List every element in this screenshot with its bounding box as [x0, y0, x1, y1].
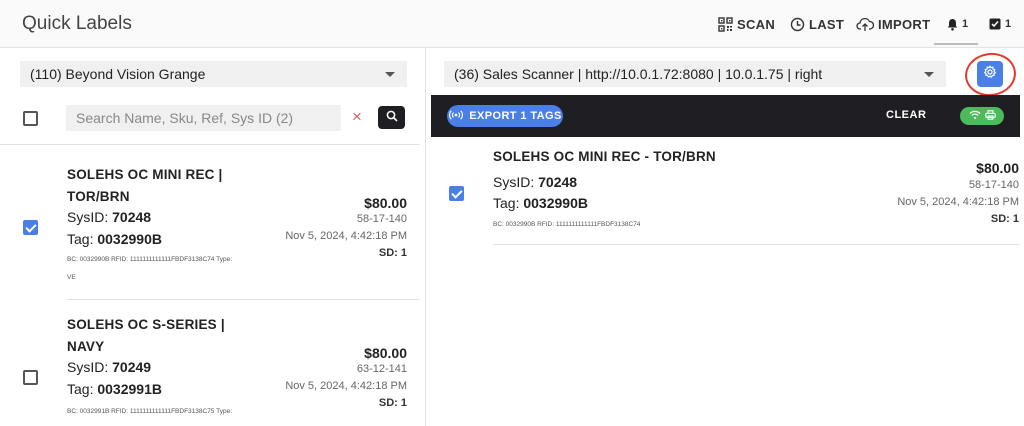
- item-code: 63-12-141: [356, 363, 407, 375]
- queued-item-tag: Tag: 0032990B: [493, 193, 588, 213]
- annotation-circle: [962, 49, 1019, 100]
- sysid-label: SysID:: [67, 359, 113, 375]
- cloud-upload-icon: [856, 17, 874, 32]
- tag-value: 0032990B: [97, 231, 162, 247]
- list-item: SOLEHS OC MINI REC | TOR/BRN SysID: 7024…: [0, 144, 420, 300]
- queued-item-date: Nov 5, 2024, 4:42:18 PM: [897, 196, 1019, 208]
- sysid-value: 70248: [112, 209, 152, 225]
- chevron-down-icon: [385, 72, 395, 77]
- item-barcode-line-1: BC: 0032990B RFID: 1111111111111FBDF3138…: [67, 256, 233, 263]
- item-sd: SD: 1: [378, 247, 407, 259]
- item-sd: SD: 1: [378, 397, 407, 409]
- notifications-count: 1: [962, 18, 969, 30]
- active-tab-indicator: [934, 43, 978, 45]
- item-tag: Tag: 0032991B: [67, 379, 162, 399]
- item-barcode-line-2: VE: [67, 274, 76, 281]
- app-title: Quick Labels: [22, 13, 132, 34]
- queued-item: SOLEHS OC MINI REC - TOR/BRN SysID: 7024…: [427, 137, 1024, 245]
- checkbox-icon: [989, 18, 1001, 30]
- qr-code-icon: [718, 16, 733, 32]
- printer-select-value: (36) Sales Scanner | http://10.0.1.72:80…: [454, 66, 823, 82]
- item-sysid: SysID: 70248: [67, 207, 151, 227]
- item-barcode-info: BC: 0032990B RFID: 1111111111111FBDF3138…: [67, 252, 267, 286]
- selected-count: 1: [1005, 18, 1012, 30]
- sysid-label: SysID:: [67, 209, 113, 225]
- export-tags-label: EXPORT 1 TAGS: [469, 110, 562, 122]
- export-tags-button[interactable]: EXPORT 1 TAGS: [447, 105, 563, 127]
- nav-import-button[interactable]: IMPORT: [856, 0, 930, 48]
- tag-value: 0032990B: [523, 195, 588, 211]
- nav-import-label: IMPORT: [878, 16, 931, 32]
- item-name: SOLEHS OC MINI REC | TOR/BRN: [67, 164, 267, 208]
- clock-icon: [790, 17, 805, 32]
- item-price: $80.00: [364, 345, 407, 361]
- clear-search-button[interactable]: ×: [352, 107, 362, 127]
- item-checkbox[interactable]: [23, 220, 38, 235]
- item-code: 58-17-140: [356, 213, 407, 225]
- queued-item-name: SOLEHS OC MINI REC - TOR/BRN: [493, 149, 716, 164]
- item-date: Nov 5, 2024, 4:42:18 PM: [285, 230, 407, 242]
- tag-label: Tag:: [67, 381, 98, 397]
- tag-label: Tag:: [493, 195, 524, 211]
- printer-icon: [984, 107, 996, 125]
- clear-button[interactable]: CLEAR: [886, 109, 926, 121]
- export-toolbar: EXPORT 1 TAGS CLEAR: [431, 95, 1020, 137]
- search-input[interactable]: Search Name, Sku, Ref, Sys ID (2): [66, 105, 341, 131]
- nav-notifications-button[interactable]: 1: [947, 0, 968, 48]
- wifi-icon: [969, 107, 981, 125]
- search-button[interactable]: [378, 106, 405, 129]
- item-name-line-1: SOLEHS OC MINI REC |: [67, 167, 223, 182]
- nav-scan-button[interactable]: SCAN: [718, 0, 775, 48]
- queued-item-checkbox[interactable]: [449, 186, 464, 201]
- item-tag: Tag: 0032990B: [67, 229, 162, 249]
- store-select-value: (110) Beyond Vision Grange: [30, 66, 206, 82]
- item-date: Nov 5, 2024, 4:42:18 PM: [285, 380, 407, 392]
- wireless-print-toggle[interactable]: [960, 107, 1004, 125]
- search-icon: [386, 109, 398, 127]
- queued-item-sd: SD: 1: [990, 213, 1019, 225]
- app-bar: Quick Labels SCAN LAST IMPORT 1 1: [0, 0, 1024, 48]
- item-name-line-2: NAVY: [67, 339, 105, 354]
- tag-value: 0032991B: [97, 381, 162, 397]
- divider: [493, 244, 1020, 245]
- sysid-value: 70249: [112, 359, 152, 375]
- item-name-line-1: SOLEHS OC S-SERIES |: [67, 317, 225, 332]
- sysid-label: SysID:: [493, 174, 539, 190]
- nav-last-label: LAST: [809, 16, 845, 32]
- select-all-checkbox[interactable]: [23, 111, 38, 126]
- list-item: SOLEHS OC S-SERIES | NAVY SysID: 70249 T…: [0, 300, 420, 426]
- item-price: $80.00: [364, 195, 407, 211]
- printer-select[interactable]: (36) Sales Scanner | http://10.0.1.72:80…: [444, 61, 946, 87]
- chevron-down-icon: [924, 72, 934, 77]
- search-placeholder: Search Name, Sku, Ref, Sys ID (2): [76, 110, 294, 126]
- sysid-value: 70248: [538, 174, 578, 190]
- queued-item-code: 58-17-140: [968, 179, 1019, 191]
- item-sysid: SysID: 70249: [67, 357, 151, 377]
- item-name: SOLEHS OC S-SERIES | NAVY: [67, 314, 267, 358]
- queued-item-sysid: SysID: 70248: [493, 172, 577, 192]
- nav-selected-button[interactable]: 1: [989, 0, 1011, 48]
- item-barcode-line-1: BC: 0032991B RFID: 1111111111111FBDF3138…: [67, 408, 233, 415]
- tag-label: Tag:: [67, 231, 98, 247]
- nav-scan-label: SCAN: [737, 16, 776, 32]
- bell-icon: [947, 18, 958, 31]
- product-list-panel: (110) Beyond Vision Grange Search Name, …: [0, 48, 426, 426]
- item-checkbox[interactable]: [23, 370, 38, 385]
- queued-item-price: $80.00: [976, 160, 1019, 176]
- store-select[interactable]: (110) Beyond Vision Grange: [20, 61, 407, 87]
- nav-last-button[interactable]: LAST: [790, 0, 844, 48]
- item-barcode-info: BC: 0032991B RFID: 1111111111111FBDF3138…: [67, 404, 267, 420]
- rfid-wave-icon: [448, 109, 464, 123]
- item-name-line-2: TOR/BRN: [67, 189, 130, 204]
- print-queue-panel: (36) Sales Scanner | http://10.0.1.72:80…: [427, 48, 1024, 426]
- queued-item-barcode-info: BC: 0032990B RFID: 1111111111111FBDF3138…: [493, 221, 641, 228]
